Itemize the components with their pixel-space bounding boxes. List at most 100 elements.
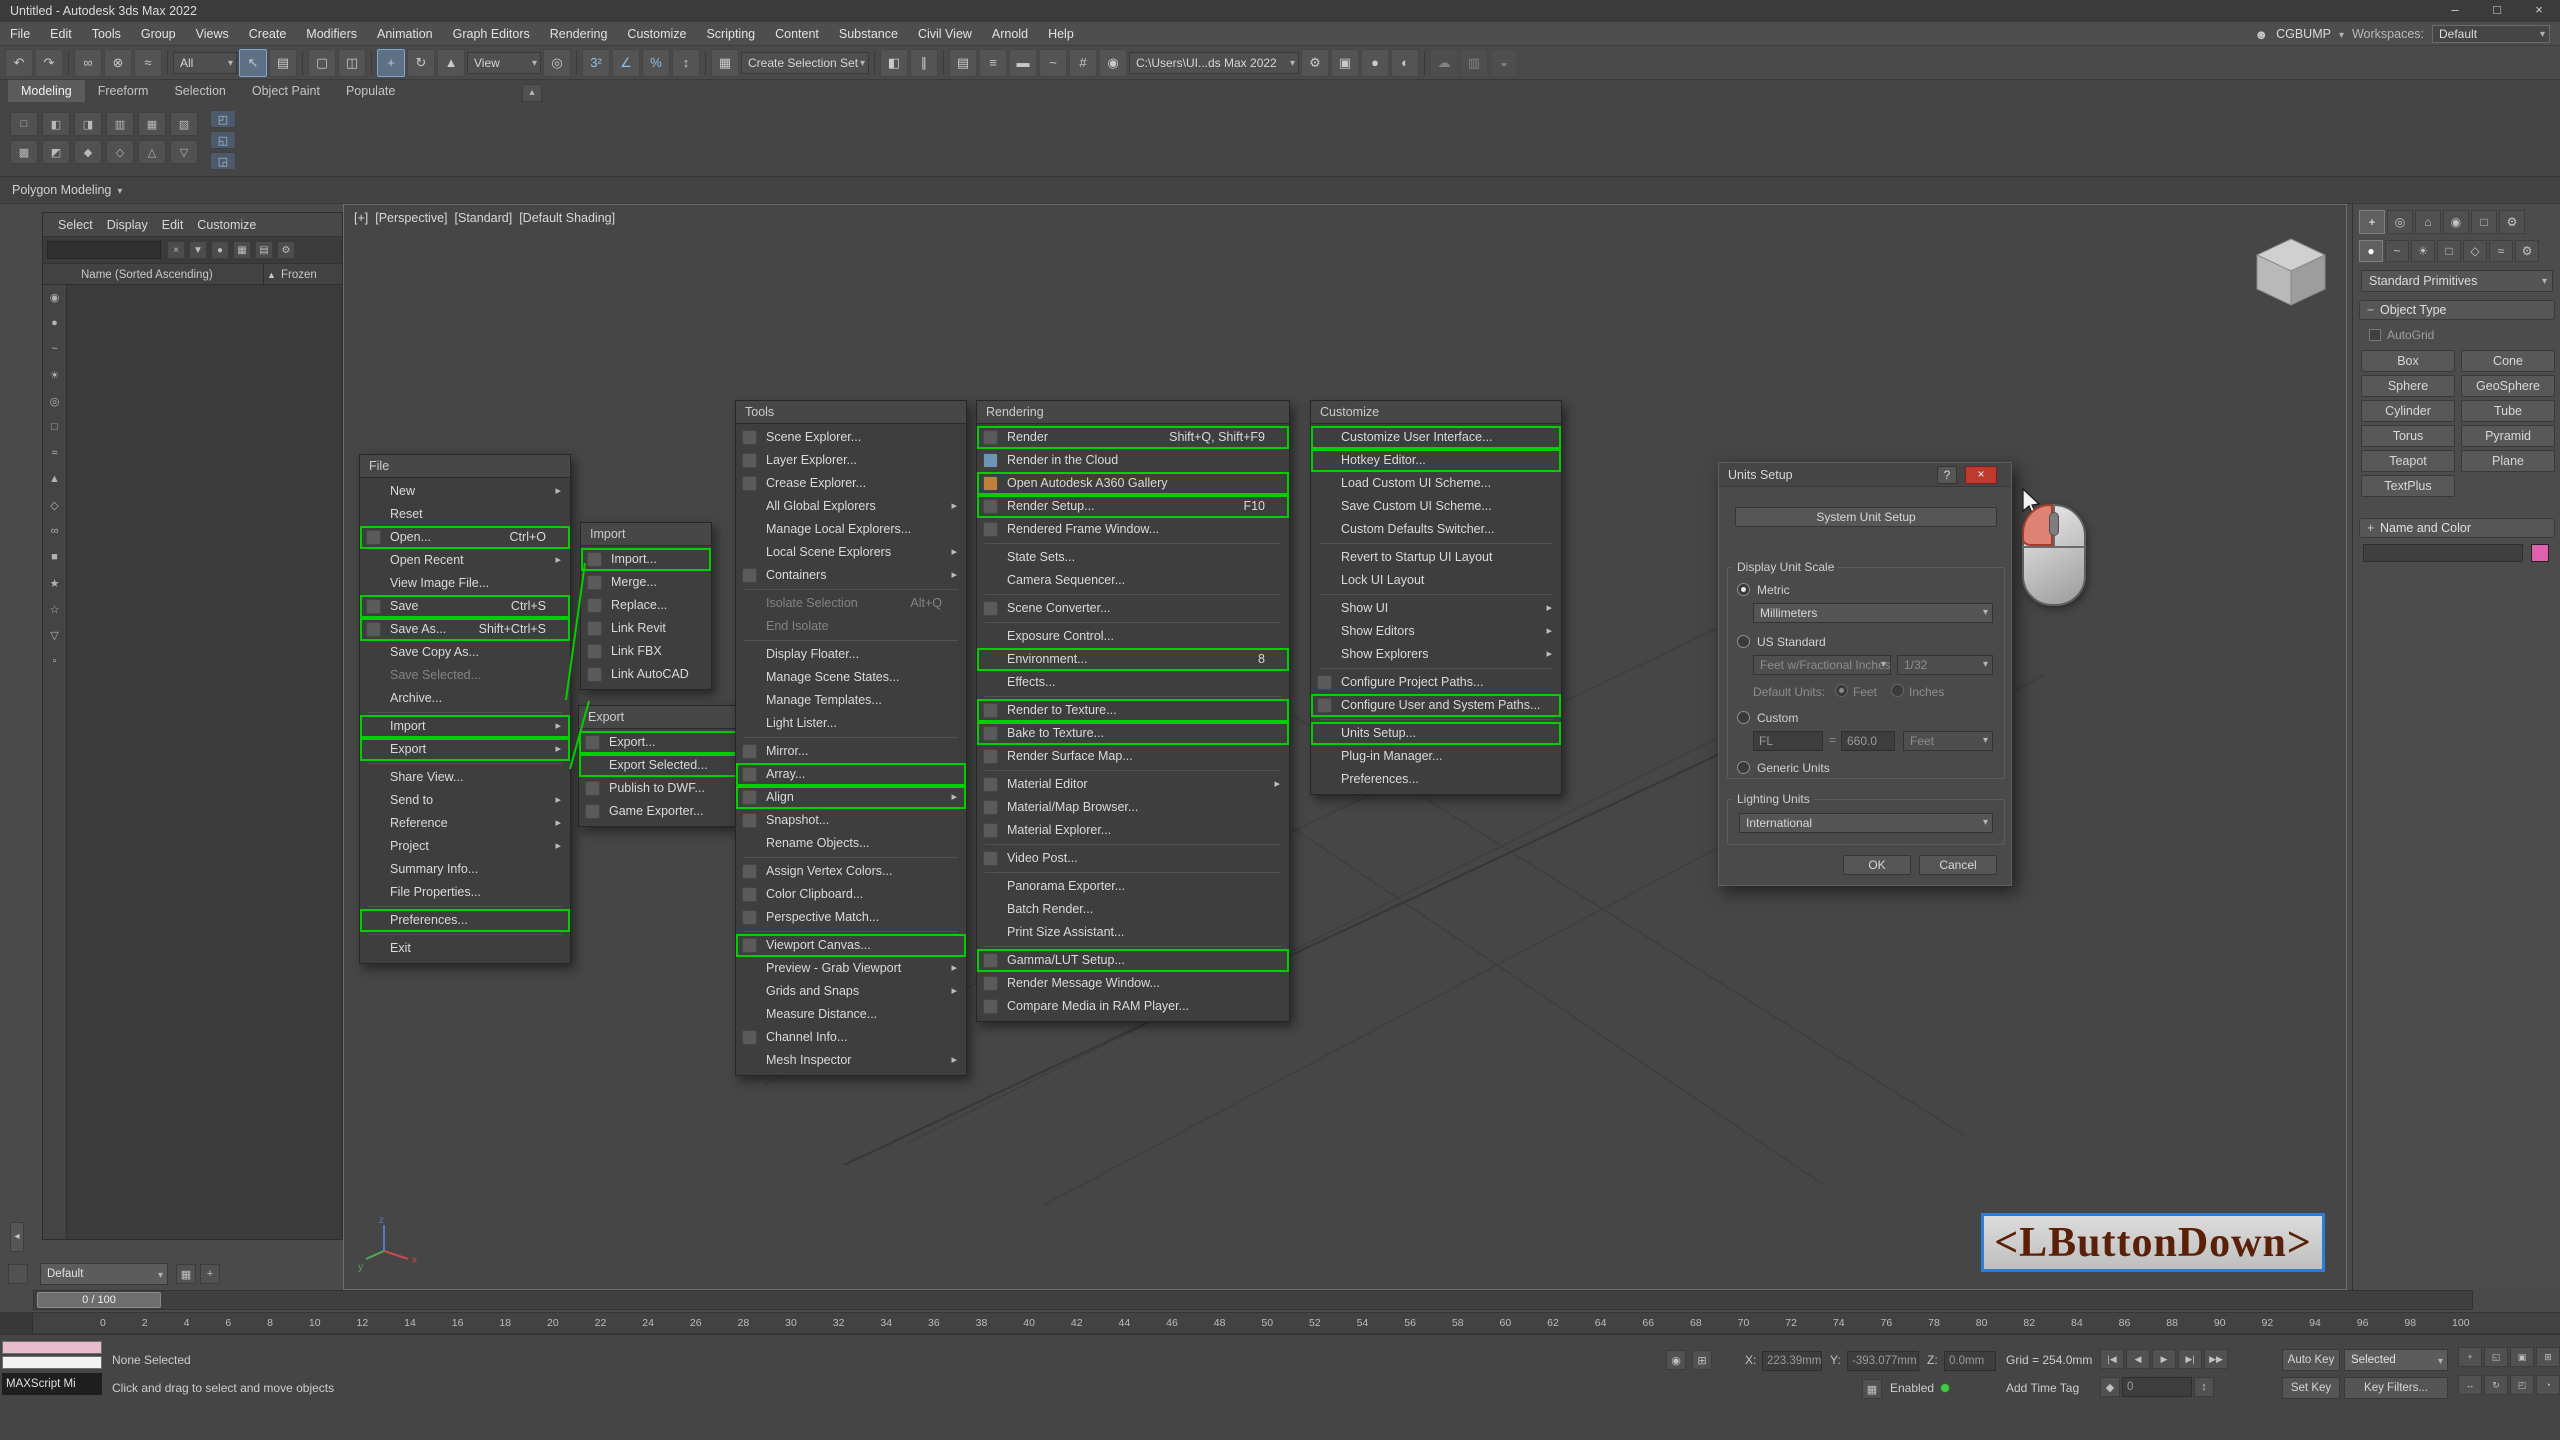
key-filters-button[interactable]: Key Filters... [2344,1377,2448,1399]
menubar-item-arnold[interactable]: Arnold [982,22,1038,46]
frame-spinner[interactable]: ↕ [2194,1377,2214,1397]
menu-item-print-size-assistant[interactable]: Print Size Assistant... [977,921,1289,944]
menubar-item-graph-editors[interactable]: Graph Editors [443,22,540,46]
user-menu[interactable]: CGBUMP [2276,27,2331,41]
menu-item-replace[interactable]: Replace... [581,594,711,617]
menu-item-rename-objects[interactable]: Rename Objects... [736,832,966,855]
menu-item-bake-to-texture[interactable]: Bake to Texture... [977,722,1289,745]
name-and-color-rollout[interactable]: Name and Color [2359,518,2555,538]
object-type-cone[interactable]: Cone [2461,350,2555,372]
menu-item-export-selected[interactable]: Export Selected... [579,754,749,777]
menu-item-color-clipboard[interactable]: Color Clipboard... [736,883,966,906]
adaptive-degradation-icon[interactable]: ▦ [1862,1379,1882,1399]
ribbon-tool-icon-2[interactable]: ◧ [42,112,70,136]
menu-item-exit[interactable]: Exit [360,937,570,960]
field-of-view-icon[interactable]: ◔ [2536,1375,2560,1395]
lock-explorer-icon[interactable]: ● [211,241,229,259]
enabled-indicator[interactable] [1940,1383,1950,1393]
display-xrefs-icon[interactable]: ◇ [47,497,63,513]
menu-item-scene-converter[interactable]: Scene Converter... [977,597,1289,620]
display-geometry-icon[interactable]: ● [47,315,63,331]
ribbon-tool-icon-8[interactable]: ◩ [42,140,70,164]
explorer-settings-icon[interactable]: ⚙ [277,241,295,259]
generic-units-radio[interactable] [1737,761,1750,774]
menu-item-open-autodesk-a360-gallery[interactable]: Open Autodesk A360 Gallery [977,472,1289,495]
object-color-swatch[interactable] [2531,544,2549,562]
motion-tab-icon[interactable]: ◉ [2443,210,2469,234]
listener-strip[interactable] [2,1356,102,1369]
play-animation-icon[interactable]: ▶ [2152,1349,2176,1369]
ribbon-tab-object-paint[interactable]: Object Paint [239,80,333,102]
menu-item-camera-sequencer[interactable]: Camera Sequencer... [977,569,1289,592]
time-slider-handle[interactable]: 0 / 100 [37,1292,161,1308]
search-input[interactable] [47,241,161,259]
menu-item-all-global-explorers[interactable]: All Global Explorers▸ [736,495,966,518]
ok-button[interactable]: OK [1843,855,1911,875]
render-gallery-icon[interactable]: ▥ [1460,49,1488,77]
select-object-icon[interactable]: ↖ [239,49,267,77]
menu-item-plug-in-manager[interactable]: Plug-in Manager... [1311,745,1561,768]
workspace-combo[interactable]: Default [2432,25,2550,43]
selection-filter-combo[interactable]: All [173,52,237,74]
mirror-icon[interactable]: ◧ [880,49,908,77]
edit-named-selection-sets-icon[interactable]: ▦ [711,49,739,77]
menu-item-link-revit[interactable]: Link Revit [581,617,711,640]
menubar-item-create[interactable]: Create [239,22,297,46]
menu-item-display-floater[interactable]: Display Floater... [736,643,966,666]
next-frame-icon[interactable]: ▶| [2178,1349,2202,1369]
dialog-help-button[interactable]: ? [1937,466,1957,484]
menu-item-render-to-texture[interactable]: Render to Texture... [977,699,1289,722]
spinner-snap-icon[interactable]: ↕ [672,49,700,77]
track-bar[interactable]: 0246810121416182022242628303234363840424… [0,1312,2560,1334]
scene-explorer-menu-customize[interactable]: Customize [190,213,263,237]
ribbon-tool-icon-6[interactable]: ▧ [170,112,198,136]
ribbon-tool-icon-10[interactable]: ◇ [106,140,134,164]
menu-item-units-setup[interactable]: Units Setup... [1311,722,1561,745]
ribbon-tool-icon-12[interactable]: ▽ [170,140,198,164]
ribbon-tool-icon-4[interactable]: ▥ [106,112,134,136]
display-lights-icon[interactable]: ☀ [47,367,63,383]
menu-item-render-message-window[interactable]: Render Message Window... [977,972,1289,995]
menu-item-project[interactable]: Project▸ [360,835,570,858]
menu-item-preferences[interactable]: Preferences... [1311,768,1561,791]
redo-icon[interactable]: ↷ [35,49,63,77]
create-tab-icon[interactable]: + [2359,210,2385,234]
align-icon[interactable]: ∥ [910,49,938,77]
macro-recorder-strip[interactable] [2,1341,102,1354]
menu-item-load-custom-ui-scheme[interactable]: Load Custom UI Scheme... [1311,472,1561,495]
us-standard-radio[interactable] [1737,635,1750,648]
display-helpers-icon[interactable]: □ [47,419,63,435]
menu-item-grids-and-snaps[interactable]: Grids and Snaps▸ [736,980,966,1003]
minimize-button[interactable]: – [2434,0,2476,22]
menubar-item-content[interactable]: Content [765,22,829,46]
menu-item-new[interactable]: New▸ [360,480,570,503]
go-to-start-icon[interactable]: |◀ [2100,1349,2124,1369]
menu-item-render-in-the-cloud[interactable]: Render in the Cloud [977,449,1289,472]
utilities-tab-icon[interactable]: ⚙ [2499,210,2525,234]
menu-item-save[interactable]: SaveCtrl+S [360,595,570,618]
menu-item-state-sets[interactable]: State Sets... [977,546,1289,569]
menu-item-compare-media-in-ram-player[interactable]: Compare Media in RAM Player... [977,995,1289,1018]
rendered-frame-window-icon[interactable]: ▣ [1331,49,1359,77]
y-value-field[interactable]: -393.077mm [1847,1351,1919,1371]
list-view-icon[interactable]: ▤ [255,241,273,259]
menu-item-array[interactable]: Array... [736,763,966,786]
selection-lock-icon[interactable]: ◉ [1666,1350,1686,1370]
menubar-item-file[interactable]: File [0,22,40,46]
metric-radio[interactable] [1737,583,1750,596]
menu-item-export[interactable]: Export... [579,731,749,754]
menu-item-render-surface-map[interactable]: Render Surface Map... [977,745,1289,768]
menu-item-environment[interactable]: Environment...8 [977,648,1289,671]
close-button[interactable]: × [2518,0,2560,22]
select-and-link-icon[interactable]: ∞ [74,49,102,77]
menu-item-viewport-canvas[interactable]: Viewport Canvas... [736,934,966,957]
object-name-field[interactable] [2363,544,2523,562]
display-cameras-icon[interactable]: ◎ [47,393,63,409]
object-category-combo[interactable]: Standard Primitives [2361,270,2553,292]
view-cube[interactable] [2257,239,2325,305]
ribbon-panel-icon-2[interactable]: ◱ [210,131,236,149]
window-crossing-icon[interactable]: ◫ [338,49,366,77]
snap-indicator-icon[interactable]: ⊞ [1692,1350,1712,1370]
scene-explorer-menu-select[interactable]: Select [51,213,100,237]
object-type-textplus[interactable]: TextPlus [2361,475,2455,497]
